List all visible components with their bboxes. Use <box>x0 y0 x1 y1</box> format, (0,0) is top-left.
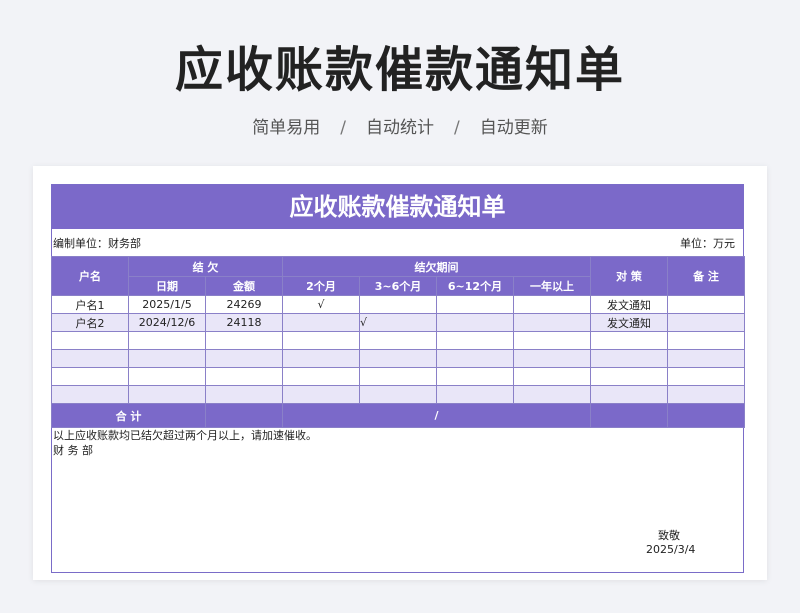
table-row <box>51 367 745 386</box>
cell-customer[interactable] <box>51 349 129 368</box>
cell-p2[interactable] <box>359 367 437 386</box>
cell-p1[interactable] <box>282 313 360 332</box>
table-row <box>51 349 745 368</box>
cell-p3[interactable] <box>436 349 514 368</box>
header-over-1-year: 一年以上 <box>513 276 591 296</box>
cell-customer[interactable] <box>51 331 129 350</box>
cell-customer[interactable] <box>51 367 129 386</box>
total-row: 合 计 / <box>51 403 745 428</box>
cell-remarks[interactable] <box>667 331 745 350</box>
feature-item: 简单易用 <box>252 118 321 138</box>
cell-p1[interactable] <box>282 385 360 404</box>
department: 财 务 部 <box>53 444 93 457</box>
cell-p1[interactable] <box>282 367 360 386</box>
cell-strategy[interactable] <box>590 349 668 368</box>
cell-amount[interactable] <box>205 349 283 368</box>
cell-strategy[interactable] <box>590 331 668 350</box>
cell-p3[interactable] <box>436 367 514 386</box>
currency-label: 单位：万元 <box>680 236 735 250</box>
form-title: 应收账款催款通知单 <box>52 185 743 229</box>
header-period: 结欠期间 <box>282 256 591 277</box>
separator: / <box>340 118 346 138</box>
cell-p2[interactable]: √ <box>359 313 437 332</box>
cell-p3[interactable] <box>436 295 514 314</box>
cell-p2[interactable] <box>359 349 437 368</box>
cell-date[interactable]: 2025/1/5 <box>128 295 206 314</box>
cell-date[interactable] <box>128 349 206 368</box>
cell-p2[interactable] <box>359 295 437 314</box>
cell-date[interactable] <box>128 367 206 386</box>
header-date: 日期 <box>128 276 206 296</box>
note-text: 以上应收账款均已结欠超过两个月以上，请加速催收。 <box>53 429 317 442</box>
header-row: 户名 结 欠 结欠期间 对 策 备 注 <box>51 256 745 296</box>
cell-date[interactable] <box>128 331 206 350</box>
separator: / <box>454 118 460 138</box>
total-remarks <box>667 403 745 428</box>
page-title: 应收账款催款通知单 <box>174 42 625 98</box>
cell-p4[interactable] <box>513 367 591 386</box>
table-row: 户名1 2025/1/5 24269 √ 发文通知 <box>51 295 745 314</box>
cell-strategy[interactable]: 发文通知 <box>590 295 668 314</box>
cell-p4[interactable] <box>513 349 591 368</box>
cell-p2[interactable] <box>359 385 437 404</box>
cell-remarks[interactable] <box>667 295 745 314</box>
cell-customer[interactable]: 户名2 <box>51 313 129 332</box>
cell-remarks[interactable] <box>667 367 745 386</box>
cell-amount[interactable] <box>205 331 283 350</box>
cell-p1[interactable] <box>282 331 360 350</box>
sign-date: 2025/3/4 <box>646 543 696 556</box>
cell-p1[interactable] <box>282 349 360 368</box>
header-2-months: 2个月 <box>282 276 360 296</box>
cell-customer[interactable] <box>51 385 129 404</box>
cell-customer[interactable]: 户名1 <box>51 295 129 314</box>
note-area: 以上应收账款均已结欠超过两个月以上，请加速催收。 财 务 部 致敬 2025/3… <box>52 428 743 568</box>
cell-p4[interactable] <box>513 385 591 404</box>
cell-p3[interactable] <box>436 331 514 350</box>
cell-amount[interactable] <box>205 367 283 386</box>
cell-p4[interactable] <box>513 295 591 314</box>
closing-text: 致敬 <box>658 529 680 542</box>
header-remarks: 备 注 <box>667 256 745 296</box>
cell-strategy[interactable]: 发文通知 <box>590 313 668 332</box>
total-period: / <box>282 403 591 428</box>
cell-p4[interactable] <box>513 313 591 332</box>
total-strategy <box>590 403 668 428</box>
cell-amount[interactable]: 24118 <box>205 313 283 332</box>
table-row <box>51 385 745 404</box>
header-3-6-months: 3~6个月 <box>359 276 437 296</box>
header-6-12-months: 6~12个月 <box>436 276 514 296</box>
cell-amount[interactable]: 24269 <box>205 295 283 314</box>
feature-item: 自动统计 <box>366 118 434 138</box>
header-amount: 金额 <box>205 276 283 296</box>
unit-label: 编制单位：财务部 <box>53 236 141 250</box>
total-amount[interactable] <box>205 403 283 428</box>
feature-list: 简单易用 / 自动统计 / 自动更新 <box>0 113 800 138</box>
cell-remarks[interactable] <box>667 385 745 404</box>
table-row: 户名2 2024/12/6 24118 √ 发文通知 <box>51 313 745 332</box>
document-sheet: 应收账款催款通知单 编制单位：财务部 单位：万元 户名 结 欠 结欠期间 对 策… <box>33 166 767 580</box>
cell-amount[interactable] <box>205 385 283 404</box>
cell-remarks[interactable] <box>667 313 745 332</box>
form-meta: 编制单位：财务部 单位：万元 <box>52 229 743 256</box>
feature-item: 自动更新 <box>479 118 548 138</box>
cell-p1[interactable]: √ <box>282 295 360 314</box>
cell-p4[interactable] <box>513 331 591 350</box>
header-customer: 户名 <box>51 256 129 296</box>
receivables-table: 户名 结 欠 结欠期间 对 策 备 注 日期 金额 2个月 3~6个月 6~12… <box>51 256 745 428</box>
header-strategy: 对 策 <box>590 256 668 296</box>
cell-p3[interactable] <box>436 313 514 332</box>
total-label: 合 计 <box>51 403 206 428</box>
notice-form: 应收账款催款通知单 编制单位：财务部 单位：万元 户名 结 欠 结欠期间 对 策… <box>51 184 745 573</box>
header-outstanding: 结 欠 <box>128 256 283 277</box>
cell-date[interactable]: 2024/12/6 <box>128 313 206 332</box>
cell-p3[interactable] <box>436 385 514 404</box>
cell-strategy[interactable] <box>590 367 668 386</box>
cell-remarks[interactable] <box>667 349 745 368</box>
cell-p2[interactable] <box>359 331 437 350</box>
cell-date[interactable] <box>128 385 206 404</box>
table-row <box>51 331 745 350</box>
cell-strategy[interactable] <box>590 385 668 404</box>
